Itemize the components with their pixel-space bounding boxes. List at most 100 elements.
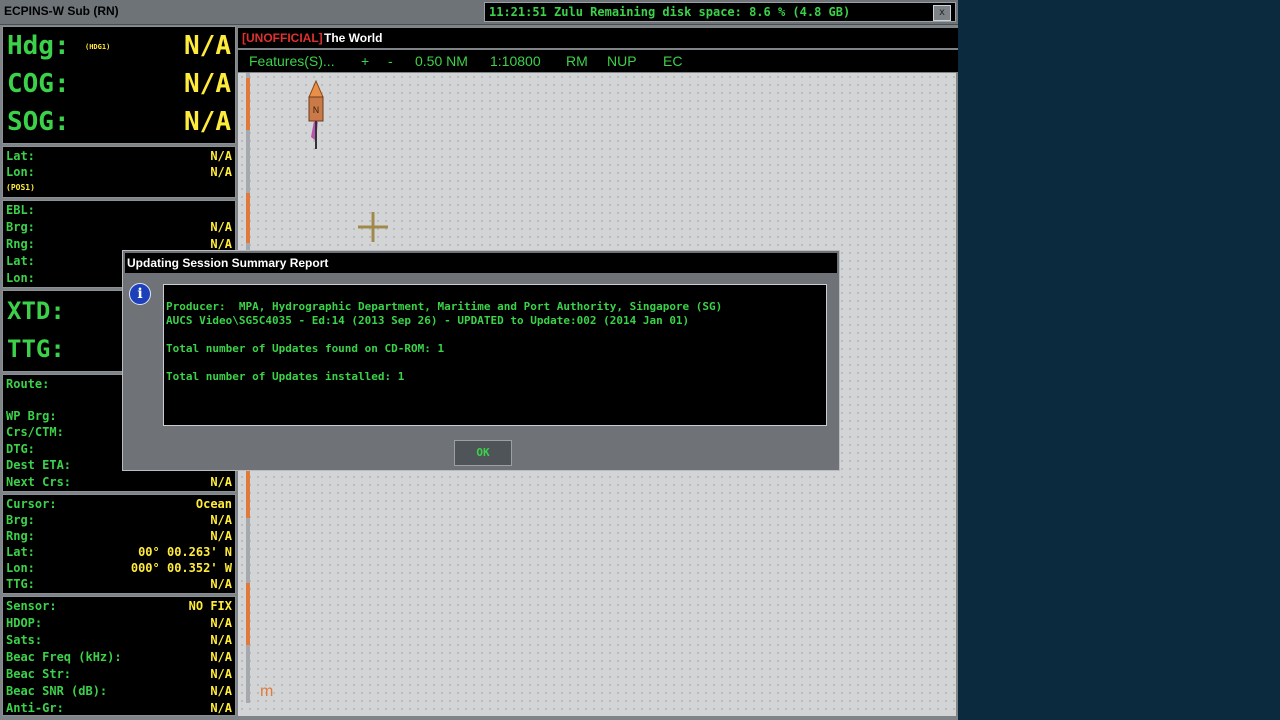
- pos-lon-label: Lon:: [6, 165, 35, 179]
- close-icon: x: [938, 7, 946, 18]
- ec-button[interactable]: EC: [663, 53, 682, 69]
- scale-segment: [246, 468, 250, 518]
- wp-brg-label: WP Brg:: [6, 409, 57, 423]
- ebl-brg-row: Brg: N/A: [6, 219, 232, 235]
- crs-ctm-label: Crs/CTM:: [6, 425, 64, 439]
- cursor-lat-row: Lat: 00° 00.263' N: [6, 544, 232, 560]
- sats-label: Sats:: [6, 633, 43, 647]
- cursor-brg-row: Brg: N/A: [6, 512, 232, 528]
- info-icon: i: [129, 283, 151, 305]
- status-clock-box: 11:21:51 Zulu Remaining disk space: 8.6 …: [484, 2, 956, 22]
- zoom-in-button[interactable]: +: [361, 53, 369, 69]
- beac-str-value: N/A: [210, 667, 232, 681]
- beac-str-label: Beac Str:: [6, 667, 72, 681]
- pos-lon-value: N/A: [210, 165, 232, 179]
- cog-row: COG: N/A: [7, 69, 231, 107]
- chart-update-line: AUCS Video\SG5C4035 - Ed:14 (2013 Sep 26…: [166, 314, 690, 327]
- range-button[interactable]: 0.50 NM: [415, 53, 468, 69]
- dialog-title-bar[interactable]: Updating Session Summary Report: [125, 253, 837, 273]
- ebl-rng-value: N/A: [210, 237, 232, 251]
- hdg-row: Hdg: (HDG1) N/A: [7, 31, 231, 69]
- cursor-ttg-row: TTG: N/A: [6, 576, 232, 592]
- ebl-rng-label: Rng:: [6, 237, 35, 251]
- cursor-rng-label: Rng:: [6, 529, 35, 543]
- ebl-brg-label: Brg:: [6, 220, 35, 234]
- beac-str-row: Beac Str: N/A: [6, 666, 232, 682]
- chart-toolbar: Features(S)... + - 0.50 NM 1:10800 RM NU…: [238, 50, 958, 72]
- cursor-lon-row: Lon: 000° 00.352' W: [6, 560, 232, 576]
- beac-freq-label: Beac Freq (kHz):: [6, 650, 122, 664]
- clock-disk-status: 11:21:51 Zulu Remaining disk space: 8.6 …: [489, 5, 851, 19]
- own-ship-icon: N: [308, 79, 324, 149]
- hdop-value: N/A: [210, 616, 232, 630]
- cursor-lon-value: 000° 00.352' W: [130, 561, 232, 575]
- sensor-row: Sensor: NO FIX: [6, 598, 232, 614]
- anti-gr-label: Anti-Gr:: [6, 701, 64, 715]
- beac-freq-row: Beac Freq (kHz): N/A: [6, 649, 232, 665]
- pos-lat-row: Lat: N/A: [6, 148, 232, 164]
- dest-eta-label: Dest ETA:: [6, 458, 72, 472]
- crosshair-cursor-icon: [358, 212, 388, 242]
- dtg-label: DTG:: [6, 442, 35, 456]
- ship-label: N: [313, 106, 320, 116]
- beac-freq-value: N/A: [210, 650, 232, 664]
- update-summary-dialog: Updating Session Summary Report i Produc…: [122, 250, 840, 471]
- cursor-lat-label: Lat:: [6, 545, 35, 559]
- features-menu-button[interactable]: Features(S)...: [249, 53, 335, 69]
- ok-button[interactable]: OK: [454, 440, 512, 466]
- scale-segment: [246, 193, 250, 243]
- anti-gr-row: Anti-Gr: N/A: [6, 700, 232, 716]
- beac-snr-value: N/A: [210, 684, 232, 698]
- sog-label: SOG:: [7, 107, 70, 137]
- scale-button[interactable]: 1:10800: [490, 53, 541, 69]
- sensor-value: NO FIX: [188, 599, 232, 613]
- hdop-row: HDOP: N/A: [6, 615, 232, 631]
- hdg-source-tag: (HDG1): [85, 43, 111, 51]
- sats-value: N/A: [210, 633, 232, 647]
- scale-unit-label: m: [260, 683, 274, 700]
- ecpins-window: ECPINS-W Sub (RN) 11:21:51 Zulu Remainin…: [0, 0, 958, 720]
- ebl-brg-value: N/A: [210, 220, 232, 234]
- next-crs-value: N/A: [210, 475, 232, 489]
- cursor-brg-value: N/A: [210, 513, 232, 527]
- ebl-lat-label: Lat:: [6, 254, 35, 268]
- next-crs-row: Next Crs: N/A: [6, 474, 232, 490]
- cog-value: N/A: [184, 69, 231, 99]
- zoom-out-button[interactable]: -: [388, 53, 393, 69]
- ebl-title-row: EBL:: [6, 202, 232, 218]
- ebl-lon-label: Lon:: [6, 271, 35, 285]
- nup-button[interactable]: NUP: [607, 53, 637, 69]
- close-button[interactable]: x: [933, 5, 951, 21]
- cursor-rng-row: Rng: N/A: [6, 528, 232, 544]
- cursor-panel: Cursor: Ocean Brg: N/A Rng: N/A Lat: 00°…: [2, 494, 236, 594]
- cursor-row: Cursor: Ocean: [6, 496, 232, 512]
- next-crs-label: Next Crs:: [6, 475, 72, 489]
- beac-snr-row: Beac SNR (dB): N/A: [6, 683, 232, 699]
- cursor-label: Cursor:: [6, 497, 57, 511]
- position-panel: Lat: N/A Lon: N/A (POS1): [2, 146, 236, 198]
- rm-button[interactable]: RM: [566, 53, 588, 69]
- xtd-label: XTD:: [7, 297, 65, 325]
- heading-panel: Hdg: (HDG1) N/A COG: N/A SOG: N/A: [2, 26, 236, 144]
- desktop-background: [958, 0, 1280, 720]
- sensor-label: Sensor:: [6, 599, 57, 613]
- ttg-label: TTG:: [7, 335, 65, 363]
- sats-row: Sats: N/A: [6, 632, 232, 648]
- dialog-message-box: Producer: MPA, Hydrographic Department, …: [163, 284, 827, 426]
- beac-snr-label: Beac SNR (dB):: [6, 684, 108, 698]
- updates-found-line: Total number of Updates found on CD-ROM:…: [166, 342, 445, 355]
- hdg-label: Hdg:: [7, 31, 70, 61]
- hdg-value: N/A: [184, 31, 231, 61]
- updates-installed-line: Total number of Updates installed: 1: [166, 370, 405, 383]
- chart-name: The World: [324, 31, 383, 45]
- sog-value: N/A: [184, 107, 231, 137]
- route-label: Route:: [6, 377, 50, 391]
- producer-line: Producer: MPA, Hydrographic Department, …: [166, 300, 723, 313]
- pos-source-tag: (POS1): [6, 183, 35, 192]
- cursor-lon-label: Lon:: [6, 561, 35, 575]
- app-title: ECPINS-W Sub (RN): [4, 4, 119, 18]
- pos-lat-label: Lat:: [6, 149, 35, 163]
- unofficial-badge: [UNOFFICIAL]: [242, 31, 323, 45]
- ship-bow: [308, 79, 324, 98]
- scale-segment: [246, 583, 250, 645]
